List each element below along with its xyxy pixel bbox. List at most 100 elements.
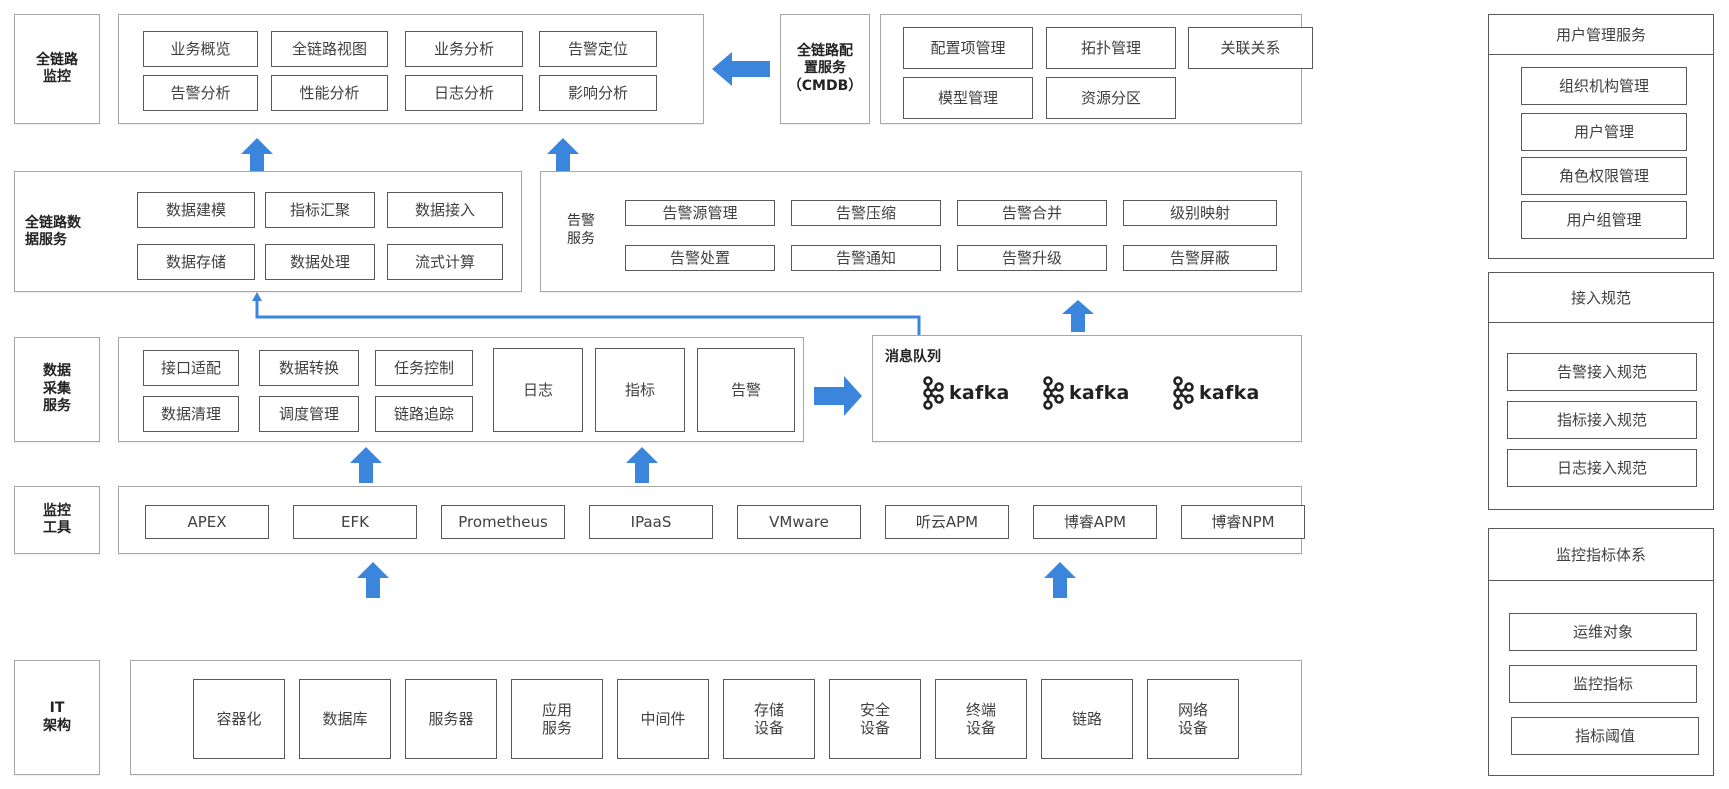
collection-item[interactable]: 接口适配 — [143, 350, 239, 386]
data-service-item[interactable]: 数据接入 — [387, 192, 503, 228]
collection-item[interactable]: 任务控制 — [375, 350, 473, 386]
data-service-panel: 全链路数 据服务 数据建模 指标汇聚 数据接入 数据存储 数据处理 流式计算 — [14, 171, 522, 292]
infra-item[interactable]: 安全 设备 — [829, 679, 921, 759]
access-spec-item[interactable]: 告警接入规范 — [1507, 353, 1697, 391]
user-mgmt-item[interactable]: 角色权限管理 — [1521, 157, 1687, 195]
cmdb-item[interactable]: 资源分区 — [1046, 77, 1176, 119]
tool-item[interactable]: Prometheus — [441, 505, 565, 539]
data-service-label: 全链路数 据服务 — [25, 214, 81, 249]
kafka-broker: kafka — [1171, 376, 1260, 410]
data-service-item[interactable]: 流式计算 — [387, 244, 503, 280]
tool-item[interactable]: VMware — [737, 505, 861, 539]
data-service-item[interactable]: 数据存储 — [137, 244, 255, 280]
alert-service-item[interactable]: 告警合并 — [957, 200, 1107, 226]
collection-item[interactable]: 数据转换 — [259, 350, 359, 386]
arrow-up-icon — [1062, 300, 1094, 332]
access-spec-item[interactable]: 日志接入规范 — [1507, 449, 1697, 487]
collection-label: 数据 采集 服务 — [14, 337, 100, 442]
monitoring-item[interactable]: 业务概览 — [143, 31, 258, 67]
infra-item[interactable]: 服务器 — [405, 679, 497, 759]
user-mgmt-title: 用户管理服务 — [1489, 15, 1713, 55]
monitoring-item[interactable]: 日志分析 — [405, 75, 523, 111]
monitoring-item[interactable]: 影响分析 — [539, 75, 657, 111]
kafka-label: kafka — [949, 382, 1010, 404]
infra-item[interactable]: 中间件 — [617, 679, 709, 759]
collection-type-metric[interactable]: 指标 — [595, 348, 685, 432]
kafka-logo-icon — [923, 376, 944, 410]
monitoring-label: 全链路 监控 — [14, 14, 100, 124]
cmdb-item[interactable]: 模型管理 — [903, 77, 1033, 119]
data-service-item[interactable]: 数据建模 — [137, 192, 255, 228]
cmdb-panel: 配置项管理 拓扑管理 关联关系 模型管理 资源分区 — [880, 14, 1313, 124]
collection-item[interactable]: 数据清理 — [143, 396, 239, 432]
infra-item[interactable]: 容器化 — [193, 679, 285, 759]
cmdb-item[interactable]: 关联关系 — [1188, 27, 1313, 69]
arrow-up-icon — [547, 138, 579, 174]
cmdb-label: 全链路配 置服务 （CMDB） — [780, 14, 870, 124]
arrow-up-icon — [626, 447, 658, 483]
tool-item[interactable]: APEX — [145, 505, 269, 539]
collection-type-log[interactable]: 日志 — [493, 348, 583, 432]
data-service-item[interactable]: 数据处理 — [265, 244, 375, 280]
metric-system-item[interactable]: 监控指标 — [1509, 665, 1697, 703]
alert-service-item[interactable]: 告警通知 — [791, 245, 941, 271]
infra-item[interactable]: 链路 — [1041, 679, 1133, 759]
tool-item[interactable]: 博睿NPM — [1181, 505, 1305, 539]
user-mgmt-item[interactable]: 用户组管理 — [1521, 201, 1687, 239]
arrow-up-icon — [350, 447, 382, 483]
infra-item[interactable]: 终端 设备 — [935, 679, 1027, 759]
user-mgmt-panel: 用户管理服务 组织机构管理 用户管理 角色权限管理 用户组管理 — [1488, 14, 1714, 259]
user-mgmt-item[interactable]: 组织机构管理 — [1521, 67, 1687, 105]
kafka-label: kafka — [1069, 382, 1130, 404]
tool-item[interactable]: 博睿APM — [1033, 505, 1157, 539]
metric-system-item[interactable]: 运维对象 — [1509, 613, 1697, 651]
monitoring-item[interactable]: 业务分析 — [405, 31, 523, 67]
infra-item[interactable]: 应用 服务 — [511, 679, 603, 759]
monitoring-panel: 业务概览 全链路视图 业务分析 告警定位 告警分析 性能分析 日志分析 影响分析 — [118, 14, 704, 124]
arrow-up-icon — [1044, 562, 1076, 598]
alert-service-item[interactable]: 级别映射 — [1123, 200, 1277, 226]
infra-panel: 容器化 数据库 服务器 应用 服务 中间件 存储 设备 安全 设备 终端 设备 … — [130, 660, 1302, 775]
access-spec-title: 接入规范 — [1489, 273, 1713, 323]
cmdb-item[interactable]: 拓扑管理 — [1046, 27, 1176, 69]
mq-title: 消息队列 — [885, 349, 941, 365]
mq-panel: 消息队列 kafka kafka kafka — [872, 335, 1302, 442]
cmdb-item[interactable]: 配置项管理 — [903, 27, 1033, 69]
kafka-label: kafka — [1199, 382, 1260, 404]
alert-service-panel: 告警 服务 告警源管理 告警压缩 告警合并 级别映射 告警处置 告警通知 告警升… — [540, 171, 1302, 292]
infra-item[interactable]: 网络 设备 — [1147, 679, 1239, 759]
alert-service-item[interactable]: 告警源管理 — [625, 200, 775, 226]
user-mgmt-item[interactable]: 用户管理 — [1521, 113, 1687, 151]
collection-item[interactable]: 调度管理 — [259, 396, 359, 432]
access-spec-panel: 接入规范 告警接入规范 指标接入规范 日志接入规范 — [1488, 272, 1714, 510]
access-spec-item[interactable]: 指标接入规范 — [1507, 401, 1697, 439]
kafka-logo-icon — [1043, 376, 1064, 410]
tool-item[interactable]: 听云APM — [885, 505, 1009, 539]
metric-system-item[interactable]: 指标阈值 — [1511, 717, 1699, 755]
collection-panel: 接口适配 数据转换 任务控制 数据清理 调度管理 链路追踪 日志 指标 告警 — [118, 337, 804, 442]
infra-item[interactable]: 存储 设备 — [723, 679, 815, 759]
alert-service-label: 告警 服务 — [567, 213, 595, 248]
kafka-broker: kafka — [921, 376, 1010, 410]
monitoring-item[interactable]: 全链路视图 — [271, 31, 388, 67]
kafka-logo-icon — [1173, 376, 1194, 410]
collection-item[interactable]: 链路追踪 — [375, 396, 473, 432]
metric-system-title: 监控指标体系 — [1489, 529, 1713, 581]
alert-service-item[interactable]: 告警处置 — [625, 245, 775, 271]
monitoring-item[interactable]: 告警分析 — [143, 75, 258, 111]
monitoring-item[interactable]: 告警定位 — [539, 31, 657, 67]
monitoring-item[interactable]: 性能分析 — [271, 75, 388, 111]
tool-item[interactable]: EFK — [293, 505, 417, 539]
data-service-item[interactable]: 指标汇聚 — [265, 192, 375, 228]
alert-service-item[interactable]: 告警屏蔽 — [1123, 245, 1277, 271]
kafka-broker: kafka — [1041, 376, 1130, 410]
arrow-up-icon — [241, 138, 273, 174]
arrow-up-icon — [357, 562, 389, 598]
collection-type-alert[interactable]: 告警 — [697, 348, 795, 432]
alert-service-item[interactable]: 告警压缩 — [791, 200, 941, 226]
alert-service-item[interactable]: 告警升级 — [957, 245, 1107, 271]
connector-line — [252, 292, 921, 336]
metric-system-panel: 监控指标体系 运维对象 监控指标 指标阈值 — [1488, 528, 1714, 776]
tool-item[interactable]: IPaaS — [589, 505, 713, 539]
infra-item[interactable]: 数据库 — [299, 679, 391, 759]
